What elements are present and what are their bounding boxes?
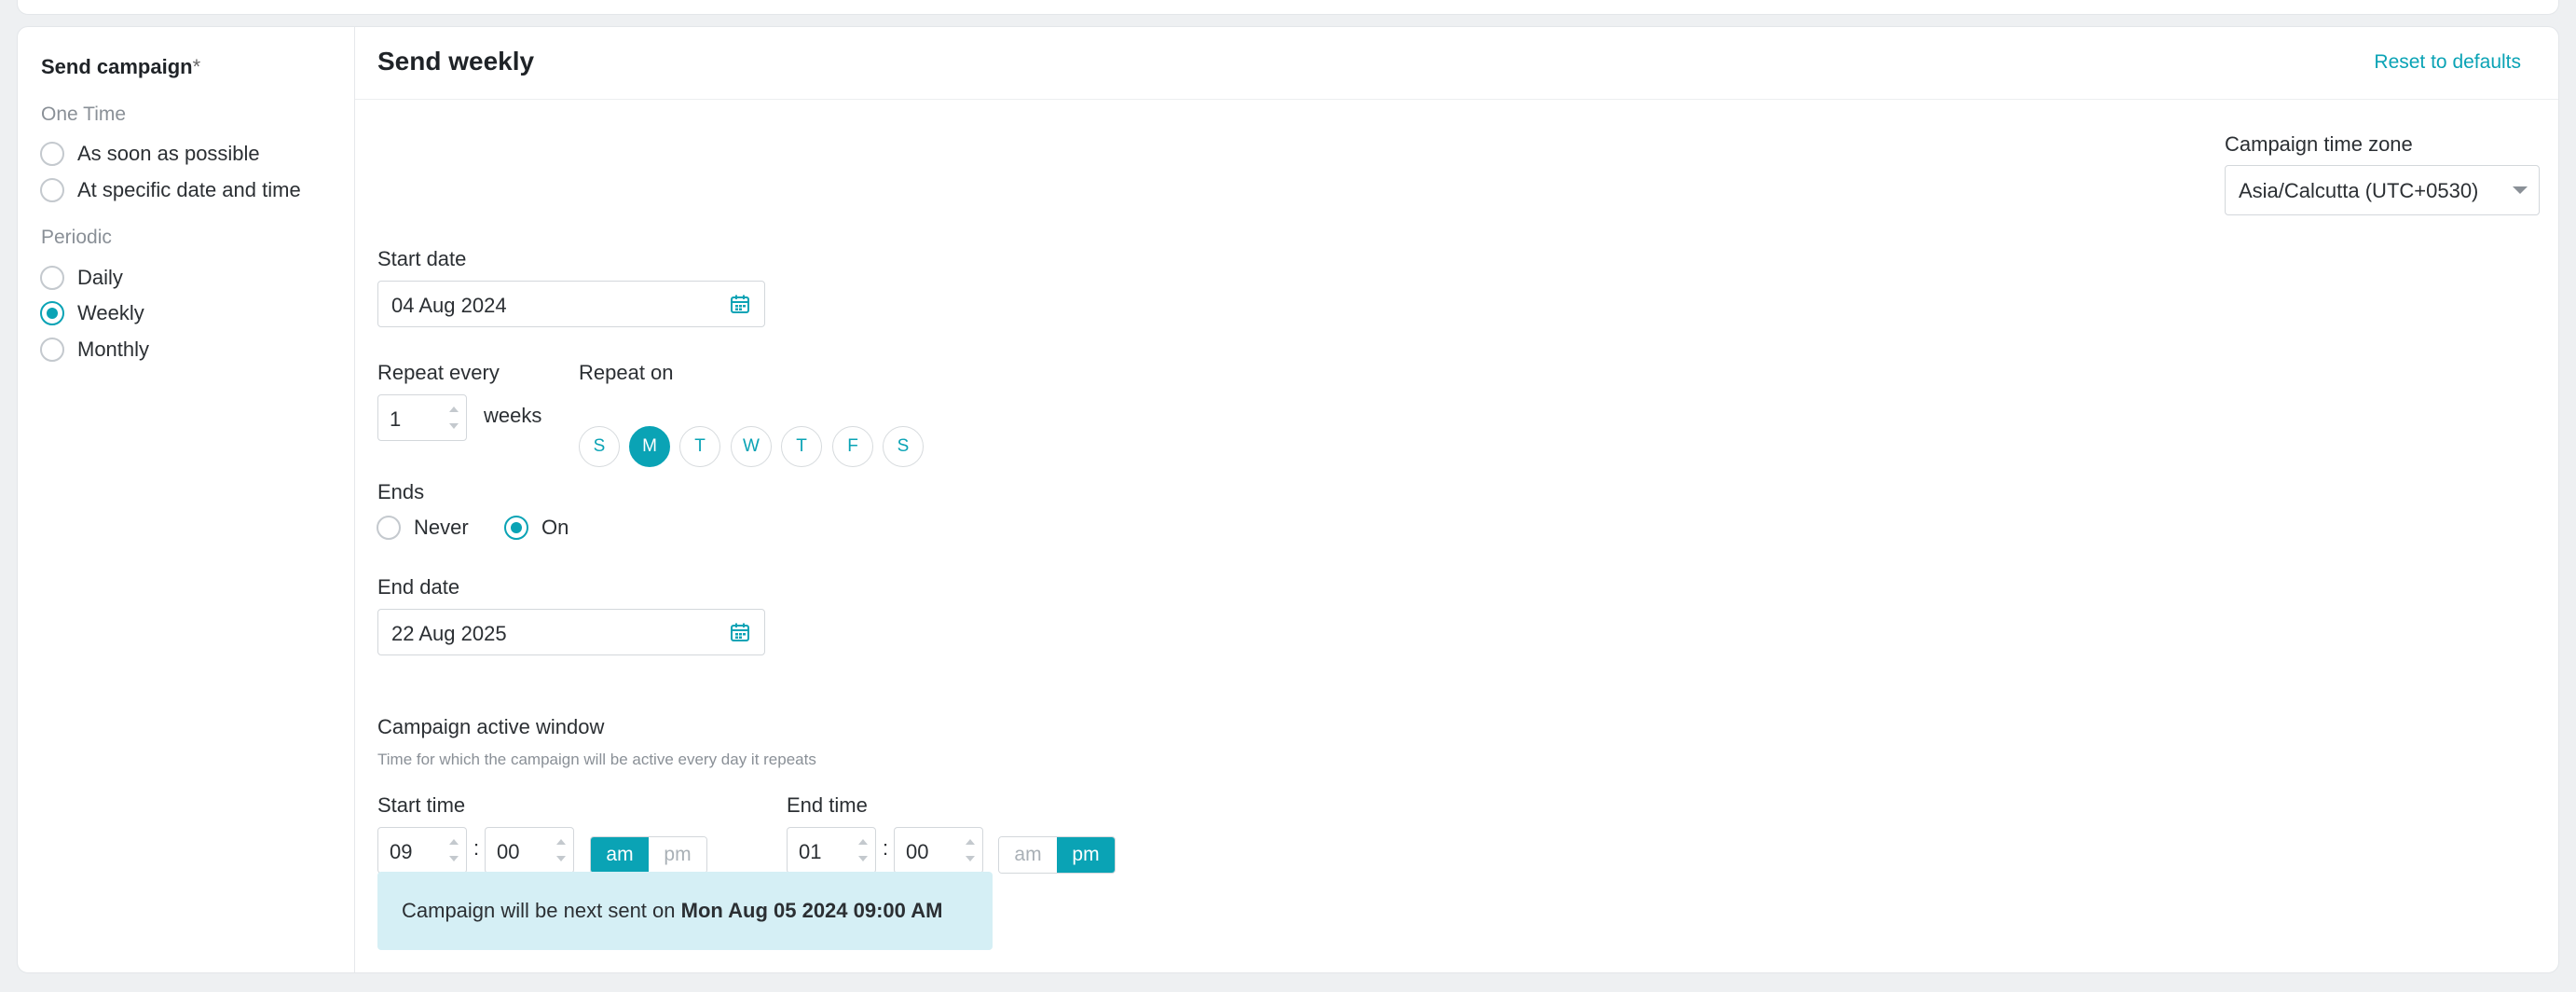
start-pm-option[interactable]: pm [649, 837, 706, 873]
day-friday[interactable]: F [832, 426, 873, 467]
radio-weekly[interactable] [40, 301, 64, 325]
ends-label: Ends [377, 480, 425, 503]
start-date-input[interactable]: 04 Aug 2024 [377, 281, 765, 327]
next-send-info: Campaign will be next sent on Mon Aug 05… [377, 872, 993, 950]
start-minute-value: 00 [497, 840, 520, 863]
stepper-arrows-icon[interactable] [966, 837, 975, 863]
end-date-label: End date [377, 575, 460, 599]
option-specific-date[interactable]: At specific date and time [40, 178, 301, 202]
repeat-unit-label: weeks [484, 404, 542, 427]
start-minute-input[interactable]: 00 [485, 827, 574, 874]
end-pm-option[interactable]: pm [1057, 837, 1115, 873]
page-title: Send weekly [377, 47, 535, 76]
day-monday[interactable]: M [629, 426, 670, 467]
day-tuesday[interactable]: T [679, 426, 720, 467]
radio-daily[interactable] [40, 266, 64, 290]
stepper-arrows-icon[interactable] [449, 837, 459, 863]
option-monthly-label: Monthly [77, 338, 150, 361]
stepper-arrows-icon[interactable] [449, 405, 459, 431]
option-monthly[interactable]: Monthly [40, 338, 149, 362]
content-header: Send weekly Reset to defaults [355, 27, 2558, 100]
send-campaign-title-text: Send campaign [41, 55, 193, 78]
time-separator: : [883, 836, 889, 860]
start-am-option[interactable]: am [591, 837, 649, 873]
time-separator: : [473, 836, 480, 860]
repeat-every-label: Repeat every [377, 361, 500, 384]
option-asap[interactable]: As soon as possible [40, 142, 260, 166]
calendar-icon[interactable] [729, 621, 751, 643]
end-time-label: End time [787, 793, 868, 817]
option-asap-label: As soon as possible [77, 142, 260, 165]
option-daily-label: Daily [77, 266, 123, 289]
start-time-label: Start time [377, 793, 466, 817]
end-period-toggle: am pm [998, 836, 1116, 874]
active-window-description: Time for which the campaign will be acti… [377, 751, 816, 768]
required-mark: * [192, 55, 201, 78]
timezone-label: Campaign time zone [2225, 132, 2413, 156]
stepper-arrows-icon[interactable] [556, 837, 566, 863]
end-date-input[interactable]: 22 Aug 2025 [377, 609, 765, 655]
radio-monthly[interactable] [40, 338, 64, 362]
end-minute-input[interactable]: 00 [894, 827, 983, 874]
radio-asap[interactable] [40, 142, 64, 166]
schedule-card: Send campaign* One Time As soon as possi… [17, 26, 2559, 973]
chevron-down-icon [2513, 186, 2528, 194]
start-date-value: 04 Aug 2024 [391, 294, 507, 317]
end-date-value: 22 Aug 2025 [391, 622, 507, 645]
one-time-group-label: One Time [41, 103, 127, 125]
radio-ends-never[interactable] [377, 516, 401, 540]
end-minute-value: 00 [906, 840, 929, 863]
reset-to-defaults-link[interactable]: Reset to defaults [2374, 51, 2521, 74]
day-thursday[interactable]: T [781, 426, 822, 467]
day-saturday[interactable]: S [883, 426, 924, 467]
ends-on-option[interactable]: On [504, 516, 569, 540]
option-specific-date-label: At specific date and time [77, 178, 301, 201]
send-campaign-sidebar: Send campaign* One Time As soon as possi… [18, 27, 355, 972]
next-send-datetime: Mon Aug 05 2024 09:00 AM [680, 899, 943, 922]
timezone-value: Asia/Calcutta (UTC+0530) [2239, 179, 2479, 202]
repeat-every-input[interactable]: 1 [377, 394, 467, 441]
calendar-icon[interactable] [729, 293, 751, 315]
radio-ends-on[interactable] [504, 516, 528, 540]
repeat-every-value: 1 [390, 407, 402, 431]
schedule-content: Send weekly Reset to defaults Campaign t… [355, 27, 2558, 972]
option-weekly[interactable]: Weekly [40, 301, 144, 325]
radio-specific-date[interactable] [40, 178, 64, 202]
periodic-group-label: Periodic [41, 227, 112, 248]
start-period-toggle: am pm [590, 836, 707, 874]
start-date-label: Start date [377, 247, 467, 270]
day-wednesday[interactable]: W [731, 426, 772, 467]
next-send-prefix: Campaign will be next sent on [402, 899, 681, 922]
start-hour-value: 09 [390, 840, 413, 863]
ends-on-label: On [541, 516, 569, 539]
ends-never-label: Never [414, 516, 469, 539]
option-weekly-label: Weekly [77, 301, 144, 324]
option-daily[interactable]: Daily [40, 266, 123, 290]
end-am-option[interactable]: am [999, 837, 1057, 873]
repeat-on-label: Repeat on [579, 361, 674, 384]
day-sunday[interactable]: S [579, 426, 620, 467]
end-hour-input[interactable]: 01 [787, 827, 876, 874]
end-hour-value: 01 [799, 840, 822, 863]
stepper-arrows-icon[interactable] [858, 837, 868, 863]
timezone-select[interactable]: Asia/Calcutta (UTC+0530) [2225, 165, 2540, 215]
active-window-label: Campaign active window [377, 715, 605, 738]
start-hour-input[interactable]: 09 [377, 827, 467, 874]
send-campaign-title: Send campaign* [41, 55, 200, 79]
top-card [17, 0, 2559, 15]
ends-never-option[interactable]: Never [377, 516, 469, 540]
